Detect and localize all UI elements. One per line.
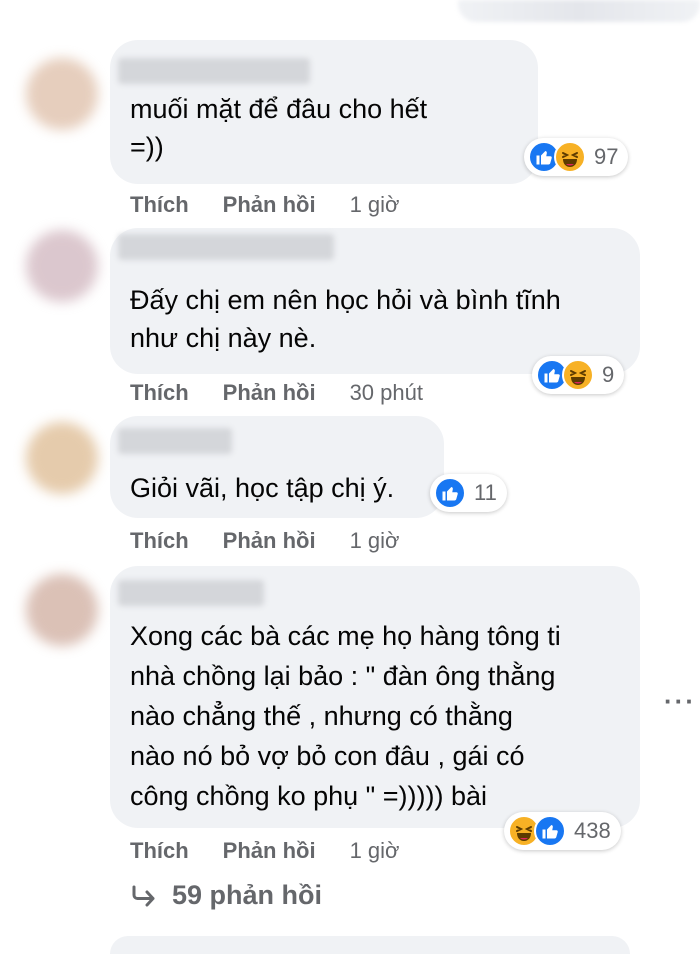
comment-text: Giỏi vãi, học tập chị ý.	[130, 473, 395, 503]
like-button[interactable]: Thích	[130, 380, 189, 406]
reaction-summary[interactable]: 9	[532, 356, 625, 394]
reaction-summary[interactable]: 11	[430, 474, 507, 512]
comment-text: muối mặt để đâu cho hết =))	[130, 94, 428, 162]
more-options-icon[interactable]: ···	[664, 686, 696, 717]
commenter-name[interactable]	[118, 58, 310, 84]
reaction-count: 9	[602, 362, 615, 387]
like-button[interactable]: Thích	[130, 528, 189, 554]
commenter-name[interactable]	[118, 580, 264, 606]
comment-timestamp[interactable]: 1 giờ	[350, 838, 400, 864]
haha-reaction-icon	[562, 359, 594, 391]
comment-timestamp[interactable]: 30 phút	[350, 380, 423, 406]
commenter-name[interactable]	[118, 234, 334, 260]
view-replies-label: 59 phản hồi	[172, 880, 323, 910]
view-replies-link[interactable]: 59 phản hồi	[130, 880, 322, 911]
comment-timestamp[interactable]: 1 giờ	[350, 192, 400, 218]
avatar[interactable]	[26, 574, 98, 646]
comment-actions: Thích Phản hồi 30 phút	[130, 380, 423, 406]
avatar[interactable]	[26, 58, 98, 130]
reaction-summary[interactable]: 97	[524, 138, 629, 176]
like-button[interactable]: Thích	[130, 192, 189, 218]
reply-button[interactable]: Phản hồi	[223, 192, 316, 218]
comment-timestamp[interactable]: 1 giờ	[350, 528, 400, 554]
comment-actions: Thích Phản hồi 1 giờ	[130, 192, 399, 218]
avatar[interactable]	[26, 422, 98, 494]
comment-actions: Thích Phản hồi 1 giờ	[130, 838, 399, 864]
reaction-count: 11	[474, 480, 497, 505]
reaction-count: 438	[574, 818, 611, 843]
reply-button[interactable]: Phản hồi	[223, 528, 316, 554]
comment-text: Đấy chị em nên học hỏi và bình tĩnh như …	[130, 285, 561, 353]
like-button[interactable]: Thích	[130, 838, 189, 864]
reply-button[interactable]: Phản hồi	[223, 838, 316, 864]
haha-reaction-icon	[554, 141, 586, 173]
comment-text: Xong các bà các mẹ họ hàng tông ti nhà c…	[130, 621, 561, 811]
avatar[interactable]	[26, 230, 98, 302]
commenter-name[interactable]	[118, 428, 232, 454]
like-reaction-icon	[534, 815, 566, 847]
reaction-count: 97	[594, 144, 619, 169]
next-comment-bubble-fragment	[110, 936, 630, 954]
reply-arrow-icon	[130, 884, 158, 908]
reply-button[interactable]: Phản hồi	[223, 380, 316, 406]
blurred-header-fragment	[458, 0, 700, 22]
reaction-summary[interactable]: 438	[504, 812, 621, 850]
like-reaction-icon	[434, 477, 466, 509]
comment-actions: Thích Phản hồi 1 giờ	[130, 528, 399, 554]
